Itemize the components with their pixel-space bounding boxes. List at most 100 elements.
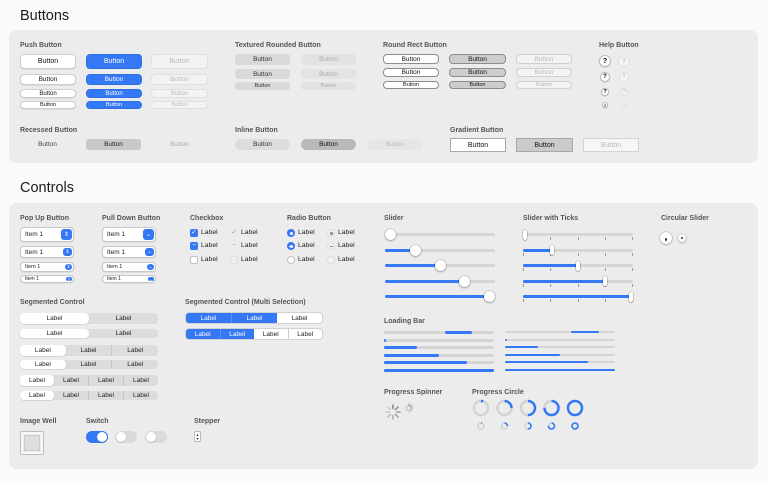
- popup-button-regular[interactable]: Item 1 ⇕: [20, 227, 74, 242]
- segment[interactable]: Label: [88, 375, 123, 386]
- segment[interactable]: Label: [89, 313, 158, 324]
- inline-button[interactable]: Button: [235, 139, 290, 150]
- radio-mixed[interactable]: [287, 242, 295, 250]
- segment-selected[interactable]: Label: [20, 313, 89, 324]
- recessed-button[interactable]: Button: [20, 139, 75, 150]
- segment-selected[interactable]: Label: [219, 329, 254, 339]
- radio-selected[interactable]: [287, 229, 295, 237]
- slider[interactable]: [385, 260, 495, 271]
- segment-selected[interactable]: Label: [20, 329, 89, 338]
- radio-unselected[interactable]: [287, 256, 295, 264]
- slider-knob[interactable]: [434, 260, 446, 271]
- recessed-button-pressed[interactable]: Button: [86, 139, 141, 150]
- push-button-mini[interactable]: Button: [20, 89, 76, 98]
- push-button-tiny[interactable]: Button: [20, 101, 76, 109]
- segment-selected[interactable]: Label: [186, 329, 220, 339]
- image-well[interactable]: [20, 431, 44, 455]
- segment[interactable]: Label: [89, 329, 158, 338]
- slider[interactable]: [385, 244, 495, 256]
- push-button-small[interactable]: Button: [20, 74, 76, 85]
- help-button-tiny[interactable]: ?: [602, 102, 608, 108]
- segmented-control-4-regular[interactable]: Label Label Label Label: [20, 375, 158, 386]
- slider[interactable]: [385, 275, 495, 287]
- segment[interactable]: Label: [111, 360, 158, 369]
- circular-slider-small[interactable]: [678, 234, 686, 242]
- push-button-regular[interactable]: Button: [20, 54, 76, 69]
- segmented-control-3-small[interactable]: Label Label Label: [20, 360, 158, 369]
- round-rect-button-regular-pressed[interactable]: Button: [449, 54, 506, 64]
- segmented-multi-3[interactable]: Label Label Label: [185, 312, 323, 324]
- segment[interactable]: Label: [287, 329, 323, 339]
- checkbox-unchecked[interactable]: [190, 256, 198, 264]
- segment[interactable]: Label: [54, 375, 88, 386]
- segmented-control-2-small[interactable]: Label Label: [20, 329, 158, 338]
- chevron-down-icon[interactable]: ▾: [196, 436, 198, 441]
- tick-slider[interactable]: [523, 229, 633, 240]
- segment-selected[interactable]: Label: [231, 313, 277, 323]
- checkbox-checked[interactable]: ✓: [190, 229, 198, 237]
- pulldown-button-tiny[interactable]: Item 1 ⌄: [102, 275, 156, 283]
- segment-selected[interactable]: Label: [20, 345, 66, 356]
- segmented-control-4-small[interactable]: Label Label Label Label: [20, 391, 158, 400]
- popup-button-tiny[interactable]: Item 1 ⇕: [20, 275, 74, 283]
- tick-slider[interactable]: [523, 291, 633, 302]
- stepper[interactable]: ▴ ▾: [194, 431, 201, 442]
- tick-slider-knob[interactable]: [629, 291, 633, 302]
- segmented-control-3-regular[interactable]: Label Label Label: [20, 345, 158, 356]
- segment[interactable]: Label: [123, 375, 158, 386]
- pulldown-button-mini[interactable]: Item 1 ⌄: [102, 262, 156, 272]
- gradient-button[interactable]: Button: [450, 138, 506, 152]
- slider-knob[interactable]: [409, 244, 421, 256]
- slider[interactable]: [385, 291, 495, 302]
- tick-slider[interactable]: [523, 260, 633, 271]
- checkbox-mixed[interactable]: −: [190, 242, 198, 250]
- round-rect-button-small[interactable]: Button: [383, 68, 439, 77]
- tick-slider-knob[interactable]: [602, 276, 607, 286]
- pulldown-button-small[interactable]: Item 1 ⌄: [102, 246, 156, 258]
- push-button-mini-default[interactable]: Button: [86, 89, 142, 98]
- help-button-regular[interactable]: ?: [599, 55, 611, 67]
- tick-slider[interactable]: [523, 276, 633, 287]
- push-button-tiny-default[interactable]: Button: [86, 101, 142, 109]
- tick-slider[interactable]: [523, 245, 633, 256]
- switch-off[interactable]: [115, 431, 137, 443]
- switch-on[interactable]: [86, 431, 108, 443]
- segment[interactable]: Label: [123, 391, 158, 400]
- segment[interactable]: Label: [254, 329, 288, 339]
- segment-selected[interactable]: Label: [20, 391, 54, 400]
- slider-knob[interactable]: [459, 275, 471, 287]
- round-rect-button-regular[interactable]: Button: [383, 54, 439, 64]
- push-button-small-default[interactable]: Button: [86, 74, 142, 85]
- tick-slider-knob[interactable]: [523, 229, 527, 240]
- segment-selected[interactable]: Label: [20, 360, 66, 369]
- segmented-control-2-regular[interactable]: Label Label: [20, 313, 158, 324]
- textured-button-small[interactable]: Button: [235, 69, 290, 79]
- push-button-regular-default[interactable]: Button: [86, 54, 142, 69]
- segment[interactable]: Label: [66, 360, 112, 369]
- slider-knob[interactable]: [484, 291, 495, 302]
- segment-selected[interactable]: Label: [186, 313, 231, 323]
- round-rect-button-mini-pressed[interactable]: Button: [449, 81, 506, 89]
- popup-button-small[interactable]: Item 1 ⇕: [20, 246, 74, 258]
- gradient-button-pressed[interactable]: Button: [516, 138, 573, 152]
- round-rect-button-mini[interactable]: Button: [383, 81, 439, 89]
- segment[interactable]: Label: [66, 345, 112, 356]
- pulldown-button-regular[interactable]: Item 1 ⌄: [102, 227, 156, 242]
- textured-button-regular[interactable]: Button: [235, 54, 290, 65]
- round-rect-button-small-pressed[interactable]: Button: [449, 68, 506, 77]
- circular-slider-regular[interactable]: [660, 232, 672, 244]
- tick-slider-knob[interactable]: [576, 260, 580, 271]
- inline-button-pressed[interactable]: Button: [301, 139, 356, 150]
- popup-button-mini[interactable]: Item 1 ⇕: [20, 262, 74, 272]
- segmented-multi-4[interactable]: Label Label Label Label: [185, 328, 323, 340]
- slider[interactable]: [385, 229, 495, 240]
- slider-knob[interactable]: [385, 229, 396, 240]
- segment[interactable]: Label: [111, 345, 158, 356]
- textured-button-mini[interactable]: Button: [235, 82, 290, 90]
- segment[interactable]: Label: [277, 313, 322, 323]
- segment[interactable]: Label: [54, 391, 88, 400]
- help-button-small[interactable]: ?: [600, 72, 610, 82]
- help-button-mini[interactable]: ?: [601, 88, 609, 96]
- switch-off-2[interactable]: [145, 431, 167, 443]
- segment[interactable]: Label: [88, 391, 123, 400]
